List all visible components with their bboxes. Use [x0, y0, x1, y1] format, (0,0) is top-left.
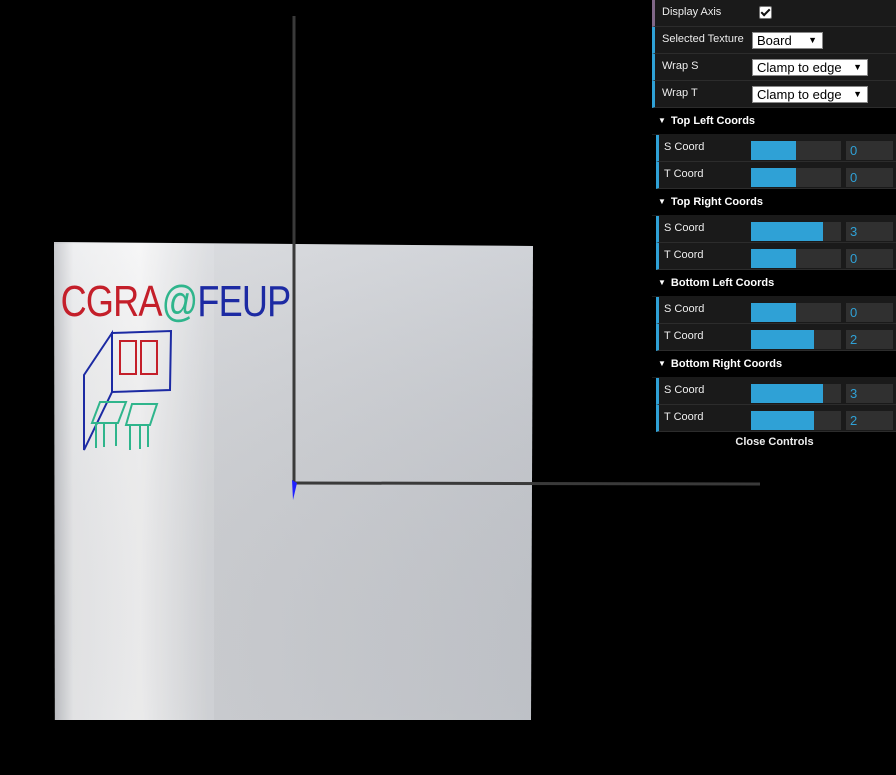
- slider-fill: [751, 222, 823, 241]
- top-right-s-coord-input[interactable]: 3: [846, 222, 893, 241]
- slider-fill: [751, 330, 814, 349]
- wrap-t-select[interactable]: Clamp to edge ▼: [752, 86, 868, 103]
- chevron-down-icon: ▼: [853, 62, 862, 72]
- folder-bottom-right-coords[interactable]: ▼ Bottom Right Coords: [652, 351, 896, 378]
- bottom-right-s-coord-input[interactable]: 3: [846, 384, 893, 403]
- s-coord-label: S Coord: [664, 222, 705, 234]
- slider-fill: [751, 384, 823, 403]
- folder-title-label: Bottom Left Coords: [670, 277, 775, 289]
- top-right-t-coord-row: T Coord 0: [656, 243, 896, 270]
- display-axis-row[interactable]: Display Axis: [652, 0, 896, 27]
- folder-bottom-left-coords[interactable]: ▼ Bottom Left Coords: [652, 270, 896, 297]
- close-controls-button[interactable]: Close Controls: [652, 432, 896, 452]
- slider-fill: [751, 168, 796, 187]
- bottom-left-s-coord-row: S Coord 0: [656, 297, 896, 324]
- display-axis-checkbox[interactable]: [759, 6, 772, 19]
- wrap-t-label: Wrap T: [662, 87, 698, 99]
- t-coord-label: T Coord: [664, 411, 704, 423]
- folder-title-label: Top Right Coords: [670, 196, 763, 208]
- caret-down-icon: ▼: [658, 116, 666, 125]
- top-left-s-coord-row: S Coord 0: [656, 135, 896, 162]
- slider-fill: [751, 141, 796, 160]
- slider-fill: [751, 303, 796, 322]
- board-logo-text: CGRA@FEUP: [61, 277, 291, 326]
- folder-title-label: Top Left Coords: [670, 115, 756, 127]
- top-right-s-coord-row: S Coord 3: [656, 216, 896, 243]
- top-left-s-coord-input[interactable]: 0: [846, 141, 893, 160]
- wrap-t-row: Wrap T Clamp to edge ▼: [652, 81, 896, 108]
- caret-down-icon: ▼: [658, 359, 666, 368]
- top-left-t-coord-row: T Coord 0: [656, 162, 896, 189]
- bottom-right-t-coord-input[interactable]: 2: [846, 411, 893, 430]
- wrap-s-select[interactable]: Clamp to edge ▼: [752, 59, 868, 76]
- bottom-left-s-coord-input[interactable]: 0: [846, 303, 893, 322]
- folder-title-label: Bottom Right Coords: [670, 358, 783, 370]
- chevron-down-icon: ▼: [853, 89, 862, 99]
- t-coord-label: T Coord: [664, 330, 704, 342]
- selected-texture-select[interactable]: Board ▼: [752, 32, 823, 49]
- wrap-s-value: Clamp to edge: [757, 60, 842, 75]
- top-left-t-coord-input[interactable]: 0: [846, 168, 893, 187]
- folder-top-left-coords[interactable]: ▼ Top Left Coords: [652, 108, 896, 135]
- chevron-down-icon: ▼: [808, 35, 817, 45]
- top-left-s-coord-slider[interactable]: [751, 141, 841, 160]
- s-coord-label: S Coord: [664, 141, 705, 153]
- s-coord-label: S Coord: [664, 303, 705, 315]
- display-axis-label: Display Axis: [662, 6, 722, 18]
- bottom-right-t-coord-slider[interactable]: [751, 411, 841, 430]
- bottom-left-t-coord-input[interactable]: 2: [846, 330, 893, 349]
- wrap-t-value: Clamp to edge: [757, 87, 842, 102]
- selected-texture-row: Selected Texture Board ▼: [652, 27, 896, 54]
- caret-down-icon: ▼: [658, 278, 666, 287]
- selected-texture-value: Board: [757, 33, 792, 48]
- folder-top-right-coords[interactable]: ▼ Top Right Coords: [652, 189, 896, 216]
- top-right-s-coord-slider[interactable]: [751, 222, 841, 241]
- bottom-left-s-coord-slider[interactable]: [751, 303, 841, 322]
- s-coord-label: S Coord: [664, 384, 705, 396]
- slider-fill: [751, 249, 796, 268]
- controls-panel: Display Axis Selected Texture Board ▼ Wr…: [652, 0, 896, 470]
- bottom-right-t-coord-row: T Coord 2: [656, 405, 896, 432]
- top-right-t-coord-input[interactable]: 0: [846, 249, 893, 268]
- t-coord-label: T Coord: [664, 249, 704, 261]
- caret-down-icon: ▼: [658, 197, 666, 206]
- selected-texture-label: Selected Texture: [662, 33, 744, 45]
- bottom-left-t-coord-slider[interactable]: [751, 330, 841, 349]
- wrap-s-row: Wrap S Clamp to edge ▼: [652, 54, 896, 81]
- top-left-t-coord-slider[interactable]: [751, 168, 841, 187]
- wrap-s-label: Wrap S: [662, 60, 699, 72]
- x-axis-line: [293, 481, 761, 486]
- bottom-left-t-coord-row: T Coord 2: [656, 324, 896, 351]
- slider-fill: [751, 411, 814, 430]
- bottom-right-s-coord-slider[interactable]: [751, 384, 841, 403]
- bottom-right-s-coord-row: S Coord 3: [656, 378, 896, 405]
- top-right-t-coord-slider[interactable]: [751, 249, 841, 268]
- t-coord-label: T Coord: [664, 168, 704, 180]
